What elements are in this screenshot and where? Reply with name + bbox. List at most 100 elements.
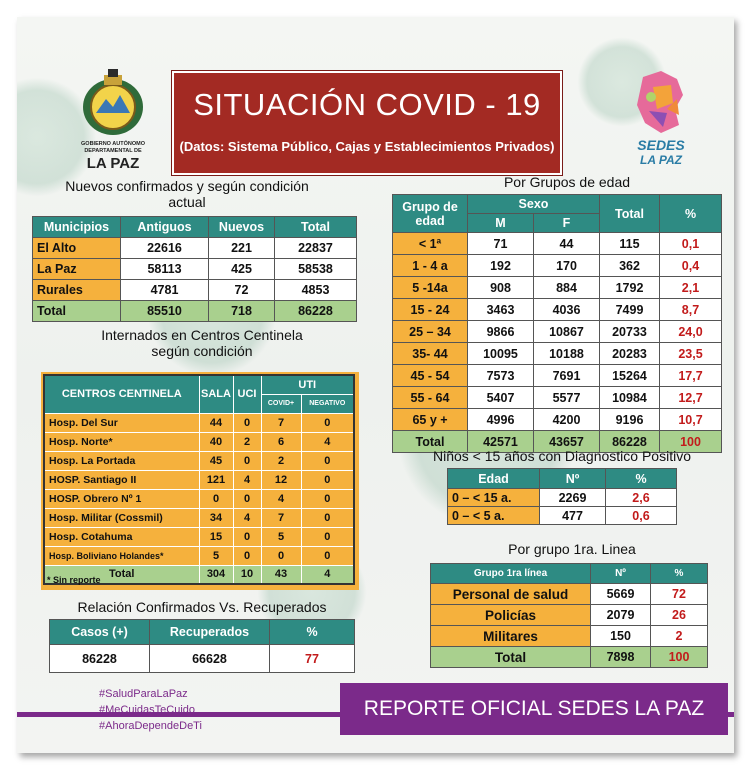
cell: 0 <box>300 412 355 433</box>
table-row: < 1ª 71 44 115 0,1 <box>392 232 722 255</box>
cell: 5407 <box>467 386 534 409</box>
col-header: Total <box>599 194 660 233</box>
cell: 8,7 <box>659 298 722 321</box>
table-row: La Paz 58113 425 58538 <box>32 258 357 280</box>
cell: 0 <box>232 545 262 566</box>
cell: 0 <box>300 488 355 509</box>
cell: 40 <box>198 431 234 452</box>
cell: Hosp. Boliviano Holandes* <box>43 545 200 566</box>
table-row: Personal de salud 5669 72 <box>430 583 708 605</box>
cell: 5669 <box>590 583 651 605</box>
footer-title: REPORTE OFICIAL SEDES LA PAZ <box>363 697 705 720</box>
table-row: Hosp. Boliviano Holandes* 5 0 0 0 <box>43 545 355 566</box>
cell: 0 <box>232 412 262 433</box>
cell: 23,5 <box>659 342 722 365</box>
government-logo: GOBIERNO AUTÓNOMO DEPARTAMENTAL DE LA PA… <box>74 69 152 177</box>
cell: 425 <box>208 258 275 280</box>
coat-of-arms-icon <box>83 69 143 135</box>
cell: 3463 <box>467 298 534 321</box>
cell: 477 <box>539 506 606 525</box>
cell: 0 – < 5 a. <box>447 506 540 525</box>
cell: Personal de salud <box>430 583 591 605</box>
cell: 66628 <box>149 644 270 673</box>
col-header: SALA <box>198 374 234 414</box>
cell: < 1ª <box>392 232 468 255</box>
cell: 0 <box>300 450 355 471</box>
table-row: Rurales 4781 72 4853 <box>32 279 357 301</box>
cell: 362 <box>599 254 660 277</box>
cell: 2 <box>650 625 708 647</box>
cell: 884 <box>533 276 600 299</box>
cell: 5 -14a <box>392 276 468 299</box>
cell: 0 <box>260 545 302 566</box>
hashtag: #SaludParaLaPaz <box>99 688 188 700</box>
cell: 10 <box>232 564 262 585</box>
col-header: % <box>650 563 708 584</box>
cell: El Alto <box>32 237 121 259</box>
logo-left-line3: LA PAZ <box>86 155 140 172</box>
internados-heading: Internados en Centros Centinela según co… <box>101 327 303 359</box>
cell: 4 <box>232 507 262 528</box>
col-header: NEGATIVO <box>300 393 355 414</box>
cell: 718 <box>208 300 275 322</box>
table-row: 35- 44 10095 10188 20283 23,5 <box>392 342 722 365</box>
cell: Hosp. La Portada <box>43 450 200 471</box>
cell: 58113 <box>120 258 209 280</box>
ninos-table: Edad Nº % 0 – < 15 a. 2269 2,6 0 – < 5 a. 4… <box>447 468 677 525</box>
primera-linea-heading: Por grupo 1ra. Linea <box>508 541 636 557</box>
cell: 10984 <box>599 386 660 409</box>
table-row: 55 - 64 5407 5577 10984 12,7 <box>392 386 722 409</box>
col-header: Nº <box>539 468 606 489</box>
cell: 1792 <box>599 276 660 299</box>
table-row: 86228 66628 77 <box>49 644 355 673</box>
edad-heading: Por Grupos de edad <box>503 174 631 190</box>
cell: 10188 <box>533 342 600 365</box>
col-header: Total <box>274 216 357 238</box>
edad-table: Grupo de edad Sexo Total % M F < 1ª 71 44 1… <box>392 194 722 453</box>
cell: 10095 <box>467 342 534 365</box>
col-header: Casos (+) <box>49 619 150 645</box>
cell: 34 <box>198 507 234 528</box>
table-row: 15 - 24 3463 4036 7499 8,7 <box>392 298 722 321</box>
table-row: HOSP. Santiago II 121 4 12 0 <box>43 469 355 490</box>
table-row: 65 y +4996 4200 9196 10,7 <box>392 408 722 431</box>
cell: Total <box>32 300 121 322</box>
col-header: Grupo 1ra línea <box>430 563 591 584</box>
table-row: Hosp. Militar (Cossmil) 34 4 7 0 <box>43 507 355 528</box>
cell: 44 <box>198 412 234 433</box>
cell: 5 <box>198 545 234 566</box>
cell: 0 <box>198 488 234 509</box>
cell: 4996 <box>467 408 534 431</box>
cell: 43 <box>260 564 302 585</box>
sin-reporte-note: * Sin reporte <box>47 575 101 585</box>
cell: 7 <box>260 412 302 433</box>
table-row: Hosp. Del Sur 44 0 7 0 <box>43 412 355 433</box>
cell: Hosp. Del Sur <box>43 412 200 433</box>
cell: 4853 <box>274 279 357 301</box>
table-row: Hosp. Cotahuma 15 0 5 0 <box>43 526 355 547</box>
internados-table: CENTROS CENTINELA SALA UCI UTI COVID+ NE… <box>43 374 355 585</box>
cell: 72 <box>208 279 275 301</box>
sedes-map-icon <box>637 71 683 133</box>
relacion-heading: Relación Confirmados Vs. Recuperados <box>77 599 327 615</box>
col-header: % <box>269 619 355 645</box>
cell: 4 <box>300 564 355 585</box>
cell: 86228 <box>49 644 150 673</box>
table-row: Hosp. La Portada 45 0 2 0 <box>43 450 355 471</box>
cell: 26 <box>650 604 708 626</box>
cell: 10867 <box>533 320 600 343</box>
table-row: El Alto 22616 221 22837 <box>32 237 357 259</box>
cell: 7898 <box>590 646 651 668</box>
table-row: 5 -14a 908 884 1792 2,1 <box>392 276 722 299</box>
table-total-row: Total 85510 718 86228 <box>32 300 357 322</box>
cell: Militares <box>430 625 591 647</box>
col-header: COVID+ <box>260 393 302 414</box>
col-header: CENTROS CENTINELA <box>43 374 200 414</box>
cell: 4 <box>260 488 302 509</box>
cell: 22837 <box>274 237 357 259</box>
col-header: Grupo de edad <box>392 194 468 233</box>
cell: 4781 <box>120 279 209 301</box>
cell: 17,7 <box>659 364 722 387</box>
col-header: % <box>605 468 677 489</box>
cell: 35- 44 <box>392 342 468 365</box>
